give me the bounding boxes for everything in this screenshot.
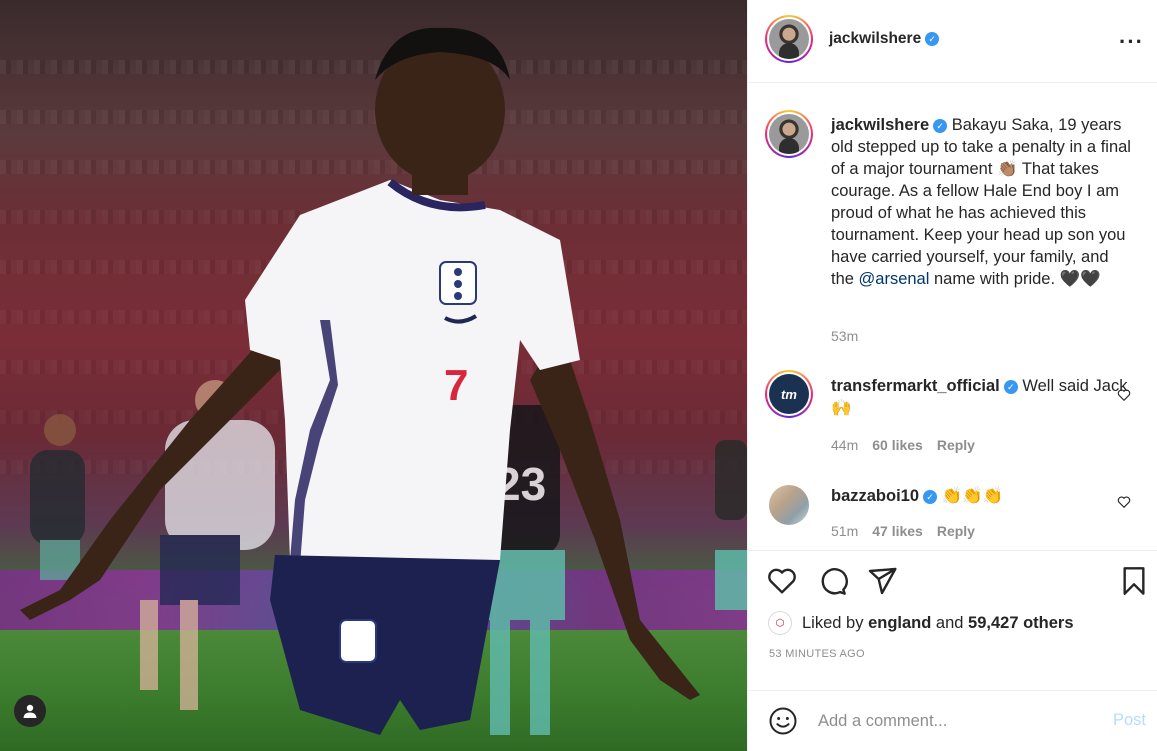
caption-avatar[interactable] [765, 110, 813, 158]
comment-meta: 44m 60 likes Reply [831, 437, 989, 453]
tm-logo: tm [769, 374, 809, 414]
player-illustration: 23 7 [20, 27, 747, 735]
likes-prefix: Liked by [802, 613, 864, 632]
comment-body: 👏👏👏 [941, 487, 1004, 505]
comment-bubble-icon[interactable] [816, 565, 848, 597]
verified-badge-icon: ✓ [933, 119, 948, 133]
post-timestamp[interactable]: 53 MINUTES AGO [769, 648, 865, 660]
verified-badge-icon: ✓ [1003, 380, 1018, 394]
svg-text:7: 7 [444, 361, 468, 410]
reply-button[interactable]: Reply [937, 523, 975, 539]
reply-button[interactable]: Reply [937, 437, 975, 453]
avatar-photo [769, 114, 809, 154]
more-options-icon[interactable]: ··· [1119, 29, 1144, 55]
comments-list[interactable]: jackwilshere ✓ Bakayu Saka, 19 years old … [748, 84, 1157, 549]
caption-time[interactable]: 53m [831, 328, 858, 344]
user-icon [23, 704, 37, 718]
likes-summary[interactable]: ⬡ Liked by england and 59,427 others [768, 611, 1074, 635]
share-paper-plane-icon[interactable] [866, 565, 898, 597]
comment-text: transfermarkt_official ✓ Well said Jack🙌 [831, 375, 1136, 419]
comment-meta: 51m 47 likes Reply [831, 523, 989, 539]
like-comment-heart-icon[interactable] [1117, 388, 1131, 402]
comment-username[interactable]: transfermarkt_official [831, 377, 1000, 395]
like-heart-icon[interactable] [766, 565, 798, 597]
post-photo[interactable]: 23 7 [0, 0, 747, 751]
comment-input[interactable] [818, 707, 1098, 735]
likes-others-link[interactable]: 59,427 others [968, 614, 1073, 633]
comment-text: bazzaboi10 ✓ 👏👏👏 [831, 485, 1136, 507]
verified-badge-icon: ✓ [925, 32, 940, 46]
verified-badge-icon: ✓ [923, 490, 938, 504]
post-comment-button[interactable]: Post [1113, 711, 1146, 730]
caption: jackwilshere ✓ Bakayu Saka, 19 years old … [831, 114, 1136, 290]
avatar-photo [769, 19, 809, 59]
like-comment-heart-icon[interactable] [1117, 495, 1131, 509]
comment-likes[interactable]: 47 likes [872, 523, 923, 539]
post-header: jackwilshere ✓ ··· [748, 0, 1157, 83]
comment-time[interactable]: 44m [831, 437, 858, 453]
caption-meta: 53m [831, 328, 872, 344]
caption-text: Bakayu Saka, 19 years old stepped up to … [831, 116, 1131, 288]
comment-time[interactable]: 51m [831, 523, 858, 539]
caption-username[interactable]: jackwilshere [831, 116, 929, 134]
comment-avatar[interactable] [769, 485, 809, 525]
england-avatar-icon[interactable]: ⬡ [768, 611, 792, 635]
comment-likes[interactable]: 60 likes [872, 437, 923, 453]
emoji-smiley-icon[interactable] [768, 706, 798, 736]
caption-text-end: name with pride. 🖤🖤 [929, 270, 1101, 288]
post-actions: ⬡ Liked by england and 59,427 others 53 … [748, 550, 1157, 690]
comment-username[interactable]: bazzaboi10 [831, 487, 919, 505]
save-bookmark-icon[interactable] [1118, 565, 1150, 597]
mention-link[interactable]: @arsenal [859, 270, 930, 288]
author-username[interactable]: jackwilshere [829, 30, 921, 47]
tagged-users-button[interactable] [14, 695, 46, 727]
likes-user-link[interactable]: england [868, 614, 931, 633]
comment-avatar[interactable]: tm [765, 370, 813, 418]
author-avatar[interactable] [765, 15, 813, 63]
author-name-row: jackwilshere ✓ [829, 30, 940, 48]
add-comment-bar: Post [748, 690, 1157, 751]
likes-conj: and [935, 613, 964, 632]
post-sidebar: jackwilshere ✓ ··· jackwilshere ✓ Bakayu S… [747, 0, 1157, 751]
